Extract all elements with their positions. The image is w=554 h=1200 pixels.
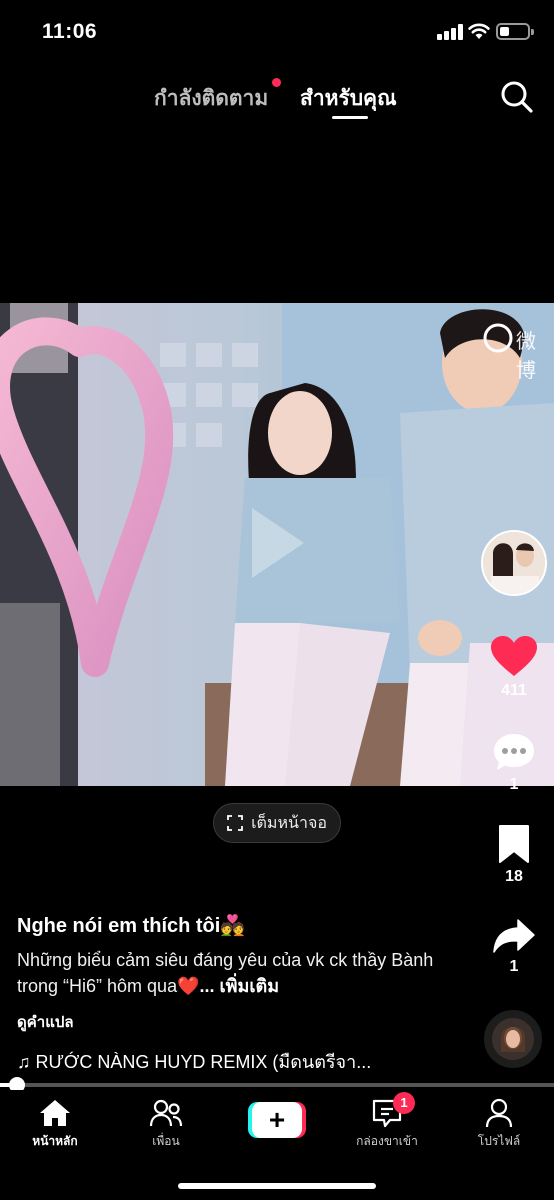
avatar-image [483, 532, 545, 594]
like-action[interactable]: 411 [484, 636, 544, 700]
see-more-link[interactable]: ... เพิ่มเติม [200, 976, 280, 996]
notification-dot [272, 78, 281, 87]
home-indicator[interactable] [178, 1183, 376, 1189]
nav-inbox[interactable]: กล่องขาเข้า [337, 1098, 437, 1151]
bookmark-icon [499, 825, 529, 863]
music-disc[interactable] [484, 1010, 542, 1068]
play-icon[interactable] [252, 508, 304, 578]
video-progress-bar[interactable] [0, 1077, 554, 1093]
comment-action[interactable]: 1 [484, 732, 544, 794]
status-time: 11:06 [42, 20, 98, 43]
top-nav: กำลังติดตาม สำหรับคุณ [0, 72, 554, 122]
heart-emoji: ❤️ [177, 976, 200, 997]
video-description[interactable]: Những biểu cảm siêu đáng yêu của vk ck t… [17, 947, 477, 1000]
like-count: 411 [501, 682, 527, 699]
profile-icon [485, 1098, 513, 1128]
share-count: 1 [509, 958, 519, 975]
fullscreen-button[interactable]: เต็มหน้าจอ [213, 803, 341, 843]
couple-emoji: 💑 [220, 913, 246, 937]
music-note-icon: ♫ [17, 1052, 31, 1072]
tab-following[interactable]: กำลังติดตาม [154, 82, 268, 115]
video-title-text: Nghe nói em thích tôi [17, 915, 221, 937]
heart-icon [491, 636, 537, 676]
share-action[interactable]: 1 [484, 918, 544, 976]
comment-icon [494, 734, 534, 770]
video-title[interactable]: Nghe nói em thích tôi💑 [17, 913, 477, 938]
inbox-badge: 1 [393, 1092, 415, 1114]
nav-friends-label: เพื่อน [152, 1134, 180, 1148]
create-button[interactable]: + [248, 1102, 306, 1138]
cellular-signal-icon [437, 24, 463, 40]
video-watermark: 微博 [516, 329, 536, 382]
tab-for-you[interactable]: สำหรับคุณ [300, 82, 397, 115]
fullscreen-label: เต็มหน้าจอ [251, 814, 327, 832]
creator-avatar[interactable] [481, 530, 547, 596]
home-icon [40, 1100, 70, 1126]
share-icon [493, 919, 535, 953]
nav-home-label: หน้าหลัก [32, 1134, 78, 1148]
nav-inbox-label: กล่องขาเข้า [356, 1134, 418, 1148]
fullscreen-icon [227, 815, 243, 831]
bookmark-action[interactable]: 18 [484, 824, 544, 886]
music-disc-image [492, 1018, 534, 1060]
nav-profile[interactable]: โปรไฟล์ [449, 1098, 549, 1151]
wifi-icon [468, 23, 490, 39]
status-bar: 11:06 [0, 0, 554, 62]
comment-count: 1 [509, 776, 519, 793]
music-info[interactable]: ♫ RƯỚC NÀNG HUYD REMIX (มืดนตรีจา... [17, 1047, 407, 1076]
bookmark-count: 18 [505, 868, 523, 885]
battery-icon [496, 23, 534, 40]
friends-icon [149, 1099, 183, 1127]
see-translation-link[interactable]: ดูคำแปล [17, 1010, 477, 1034]
plus-icon: + [252, 1102, 302, 1138]
nav-friends[interactable]: เพื่อน [116, 1098, 216, 1151]
search-icon[interactable] [498, 78, 536, 116]
nav-home[interactable]: หน้าหลัก [5, 1098, 105, 1151]
active-tab-indicator [332, 116, 368, 119]
music-title: RƯỚC NÀNG HUYD REMIX (มืดนตรีจา... [35, 1052, 372, 1072]
video-caption: Nghe nói em thích tôi💑 Những biểu cảm si… [17, 913, 477, 1034]
nav-profile-label: โปรไฟล์ [477, 1134, 521, 1148]
